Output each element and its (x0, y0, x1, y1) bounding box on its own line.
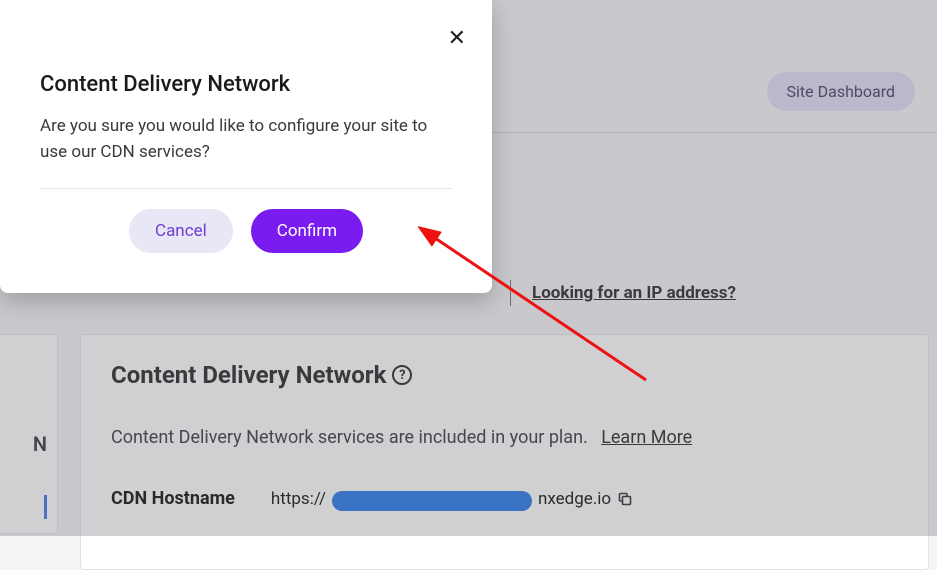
cancel-button[interactable]: Cancel (129, 209, 233, 253)
confirm-modal: ✕ Content Delivery Network Are you sure … (0, 0, 492, 293)
modal-divider (40, 188, 452, 189)
modal-button-row: Cancel Confirm (40, 209, 452, 253)
modal-title: Content Delivery Network (40, 72, 452, 97)
close-icon[interactable]: ✕ (448, 28, 466, 50)
modal-body: Are you sure you would like to configure… (40, 113, 452, 166)
confirm-button[interactable]: Confirm (251, 209, 363, 253)
